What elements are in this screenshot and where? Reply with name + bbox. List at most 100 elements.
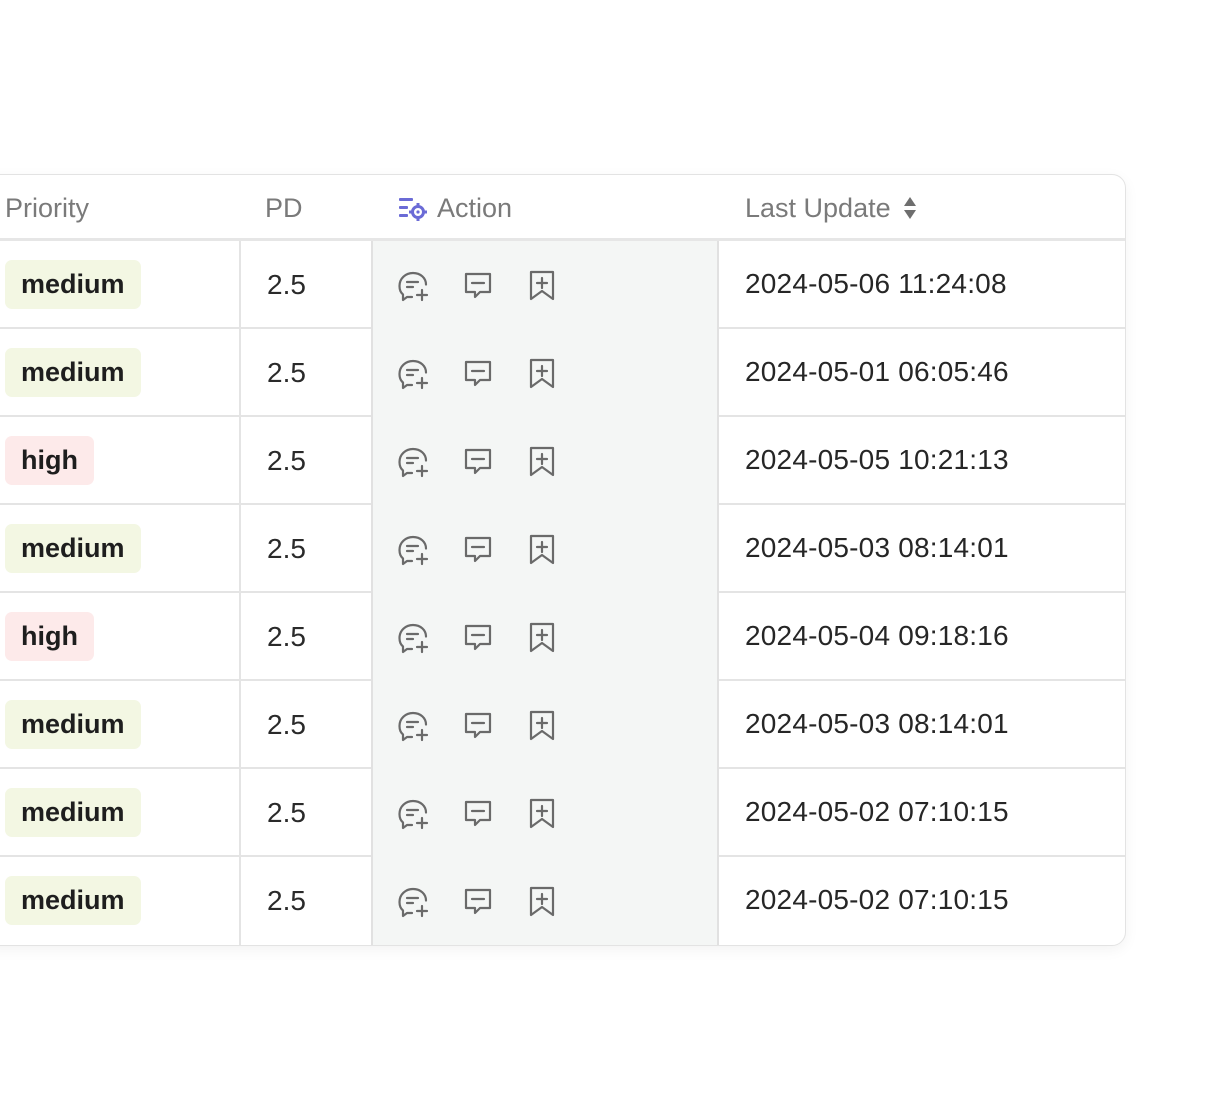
last-update-cell: 2024-05-05 10:21:13 — [745, 444, 1009, 475]
bookmark-add-icon — [529, 446, 555, 477]
action-cell — [371, 769, 719, 857]
add-comment-icon — [398, 271, 429, 302]
priority-cell: medium — [5, 505, 141, 591]
table-row: medium 2.5 — [0, 505, 1125, 593]
bookmark-button[interactable] — [525, 708, 559, 742]
bookmark-add-icon — [529, 358, 555, 389]
column-header-last-update-label: Last Update — [745, 192, 891, 223]
table-row: high 2.5 — [0, 417, 1125, 505]
comment-icon — [464, 800, 492, 827]
column-header-last-update[interactable]: Last Update — [745, 175, 917, 241]
last-update-cell: 2024-05-03 08:14:01 — [745, 532, 1009, 563]
column-header-action-label: Action — [437, 192, 513, 223]
bookmark-button[interactable] — [525, 356, 559, 390]
bookmark-button[interactable] — [525, 268, 559, 302]
add-comment-icon — [398, 711, 429, 742]
last-update-cell: 2024-05-03 08:14:01 — [745, 708, 1009, 739]
add-comment-button[interactable] — [397, 796, 431, 830]
add-comment-button[interactable] — [397, 708, 431, 742]
comment-button[interactable] — [461, 796, 495, 830]
bookmark-add-icon — [529, 710, 555, 741]
add-comment-button[interactable] — [397, 620, 431, 654]
bookmark-add-icon — [529, 798, 555, 829]
add-comment-button[interactable] — [397, 268, 431, 302]
priority-badge: medium — [5, 699, 141, 749]
comment-icon — [464, 448, 492, 475]
pd-cell: 2.5 — [239, 329, 371, 417]
comment-button[interactable] — [461, 268, 495, 302]
priority-badge: high — [5, 435, 94, 485]
column-header-pd-label: PD — [265, 192, 303, 223]
action-cell — [371, 593, 719, 681]
bookmark-button[interactable] — [525, 444, 559, 478]
last-update-cell: 2024-05-02 07:10:15 — [745, 884, 1009, 915]
priority-cell: medium — [5, 857, 141, 943]
priority-badge: medium — [5, 347, 141, 397]
table-row: medium 2.5 — [0, 681, 1125, 769]
column-header-action[interactable]: Action — [397, 175, 512, 241]
action-cell — [371, 857, 719, 945]
bookmark-add-icon — [529, 534, 555, 565]
sort-icon[interactable] — [903, 195, 917, 221]
comment-button[interactable] — [461, 884, 495, 918]
comment-icon — [464, 712, 492, 739]
pd-cell: 2.5 — [239, 505, 371, 593]
comment-icon — [464, 888, 492, 915]
last-update-cell: 2024-05-04 09:18:16 — [745, 620, 1009, 651]
add-comment-icon — [398, 887, 429, 918]
column-header-pd[interactable]: PD — [265, 175, 303, 241]
add-comment-button[interactable] — [397, 884, 431, 918]
table-row: medium 2.5 — [0, 329, 1125, 417]
action-cell — [371, 329, 719, 417]
comment-icon — [464, 360, 492, 387]
action-cell — [371, 241, 719, 329]
pd-cell: 2.5 — [239, 769, 371, 857]
table-row: high 2.5 — [0, 593, 1125, 681]
priority-cell: medium — [5, 241, 141, 327]
bookmark-button[interactable] — [525, 796, 559, 830]
data-table: Priority PD Action Last Update medium 2.… — [0, 174, 1126, 946]
comment-icon — [464, 536, 492, 563]
last-update-cell: 2024-05-02 07:10:15 — [745, 796, 1009, 827]
add-comment-button[interactable] — [397, 356, 431, 390]
action-cell — [371, 681, 719, 769]
priority-cell: medium — [5, 769, 141, 855]
table-row: medium 2.5 — [0, 241, 1125, 329]
comment-button[interactable] — [461, 356, 495, 390]
last-update-cell: 2024-05-06 11:24:08 — [745, 268, 1007, 299]
add-comment-button[interactable] — [397, 444, 431, 478]
table-body: medium 2.5 2024-05-06 11:24:08 medium 2.… — [0, 241, 1125, 945]
pd-cell: 2.5 — [239, 681, 371, 769]
add-comment-button[interactable] — [397, 532, 431, 566]
add-comment-icon — [398, 623, 429, 654]
bookmark-button[interactable] — [525, 620, 559, 654]
comment-button[interactable] — [461, 532, 495, 566]
column-settings-icon[interactable] — [397, 193, 427, 223]
priority-badge: medium — [5, 259, 141, 309]
table-header: Priority PD Action Last Update — [0, 175, 1125, 241]
bookmark-add-icon — [529, 270, 555, 301]
pd-cell: 2.5 — [239, 417, 371, 505]
comment-button[interactable] — [461, 708, 495, 742]
pd-cell: 2.5 — [239, 593, 371, 681]
bookmark-add-icon — [529, 886, 555, 917]
column-header-priority-label: Priority — [5, 192, 90, 223]
priority-cell: medium — [5, 681, 141, 767]
add-comment-icon — [398, 799, 429, 830]
priority-cell: high — [5, 417, 94, 503]
priority-badge: medium — [5, 787, 141, 837]
priority-cell: high — [5, 593, 94, 679]
bookmark-add-icon — [529, 622, 555, 653]
priority-cell: medium — [5, 329, 141, 415]
bookmark-button[interactable] — [525, 884, 559, 918]
bookmark-button[interactable] — [525, 532, 559, 566]
action-cell — [371, 417, 719, 505]
column-header-priority[interactable]: Priority — [5, 175, 89, 241]
action-cell — [371, 505, 719, 593]
comment-button[interactable] — [461, 444, 495, 478]
priority-badge: high — [5, 611, 94, 661]
add-comment-icon — [398, 535, 429, 566]
priority-badge: medium — [5, 875, 141, 925]
last-update-cell: 2024-05-01 06:05:46 — [745, 356, 1009, 387]
comment-button[interactable] — [461, 620, 495, 654]
